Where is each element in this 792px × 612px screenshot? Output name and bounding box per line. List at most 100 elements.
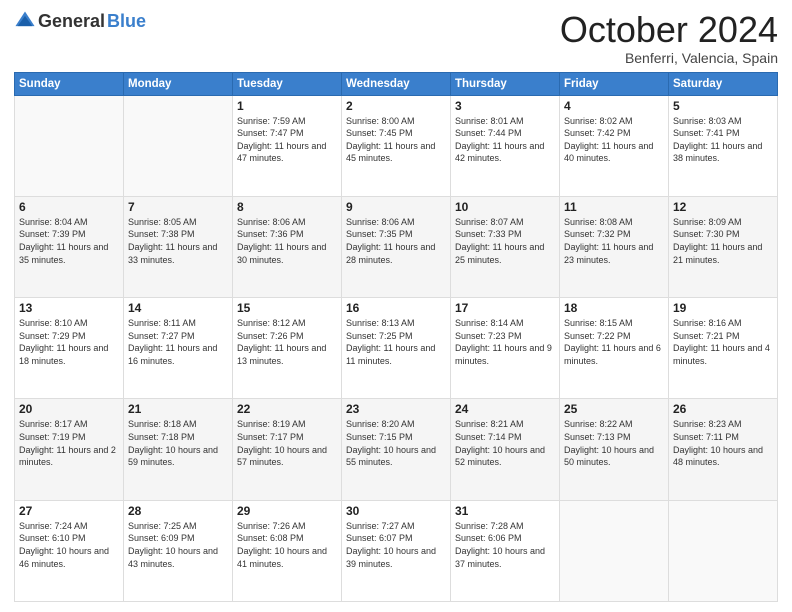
table-row: 5 Sunrise: 8:03 AMSunset: 7:41 PMDaylight… (669, 95, 778, 196)
table-row: 24Sunrise: 8:21 AMSunset: 7:14 PMDayligh… (451, 399, 560, 500)
day-number: 13 (19, 301, 119, 315)
table-row: 1Sunrise: 7:59 AMSunset: 7:47 PMDaylight… (233, 95, 342, 196)
day-info: Sunrise: 8:23 AMSunset: 7:11 PMDaylight:… (673, 418, 773, 468)
day-info: Sunrise: 8:15 AMSunset: 7:22 PMDaylight:… (564, 317, 664, 367)
day-info: Sunrise: 8:14 AMSunset: 7:23 PMDaylight:… (455, 317, 555, 367)
table-row: 4 Sunrise: 8:02 AMSunset: 7:42 PMDaylight… (560, 95, 669, 196)
logo-general: General (38, 11, 105, 32)
table-row: 19Sunrise: 8:16 AMSunset: 7:21 PMDayligh… (669, 298, 778, 399)
day-info: Sunrise: 8:01 AMSunset: 7:44 PMDaylight:… (455, 115, 555, 165)
col-sunday: Sunday (15, 72, 124, 95)
day-info: Sunrise: 8:02 AMSunset: 7:42 PMDaylight:… (564, 115, 664, 165)
day-info: Sunrise: 8:05 AMSunset: 7:38 PMDaylight:… (128, 216, 228, 266)
table-row: 18 Sunrise: 8:15 AMSunset: 7:22 PMDayligh… (560, 298, 669, 399)
col-friday: Friday (560, 72, 669, 95)
day-info: Sunrise: 7:25 AMSunset: 6:09 PMDaylight:… (128, 520, 228, 570)
month-title: October 2024 (560, 10, 778, 50)
col-tuesday: Tuesday (233, 72, 342, 95)
table-row: 26Sunrise: 8:23 AMSunset: 7:11 PMDayligh… (669, 399, 778, 500)
day-number: 20 (19, 402, 119, 416)
day-number: 17 (455, 301, 555, 315)
day-info: Sunrise: 8:13 AMSunset: 7:25 PMDaylight:… (346, 317, 446, 367)
day-number: 25 (564, 402, 664, 416)
day-number: 2 (346, 99, 446, 113)
day-info: Sunrise: 8:19 AMSunset: 7:17 PMDaylight:… (237, 418, 337, 468)
day-number: 10 (455, 200, 555, 214)
table-row: 28 Sunrise: 7:25 AMSunset: 6:09 PMDayligh… (124, 500, 233, 601)
table-row: 22Sunrise: 8:19 AMSunset: 7:17 PMDayligh… (233, 399, 342, 500)
day-number: 11 (564, 200, 664, 214)
day-info: Sunrise: 7:28 AMSunset: 6:06 PMDaylight:… (455, 520, 555, 570)
day-number: 12 (673, 200, 773, 214)
calendar-week-row: 20 Sunrise: 8:17 AMSunset: 7:19 PMDayligh… (15, 399, 778, 500)
table-row (124, 95, 233, 196)
day-number: 4 (564, 99, 664, 113)
table-row: 2 Sunrise: 8:00 AMSunset: 7:45 PMDaylight… (342, 95, 451, 196)
table-row: 23 Sunrise: 8:20 AMSunset: 7:15 PMDayligh… (342, 399, 451, 500)
table-row (15, 95, 124, 196)
day-number: 3 (455, 99, 555, 113)
day-number: 23 (346, 402, 446, 416)
day-info: Sunrise: 7:27 AMSunset: 6:07 PMDaylight:… (346, 520, 446, 570)
day-number: 27 (19, 504, 119, 518)
table-row: 13 Sunrise: 8:10 AMSunset: 7:29 PMDayligh… (15, 298, 124, 399)
col-wednesday: Wednesday (342, 72, 451, 95)
day-info: Sunrise: 8:17 AMSunset: 7:19 PMDaylight:… (19, 418, 119, 468)
day-info: Sunrise: 8:11 AMSunset: 7:27 PMDaylight:… (128, 317, 228, 367)
day-info: Sunrise: 8:16 AMSunset: 7:21 PMDaylight:… (673, 317, 773, 367)
col-saturday: Saturday (669, 72, 778, 95)
table-row: 9 Sunrise: 8:06 AMSunset: 7:35 PMDaylight… (342, 196, 451, 297)
day-info: Sunrise: 8:07 AMSunset: 7:33 PMDaylight:… (455, 216, 555, 266)
table-row: 30Sunrise: 7:27 AMSunset: 6:07 PMDayligh… (342, 500, 451, 601)
table-row (669, 500, 778, 601)
day-number: 28 (128, 504, 228, 518)
table-row: 6 Sunrise: 8:04 AMSunset: 7:39 PMDaylight… (15, 196, 124, 297)
day-info: Sunrise: 8:22 AMSunset: 7:13 PMDaylight:… (564, 418, 664, 468)
calendar: Sunday Monday Tuesday Wednesday Thursday… (14, 72, 778, 602)
logo: GeneralBlue (14, 10, 146, 32)
calendar-week-row: 27 Sunrise: 7:24 AMSunset: 6:10 PMDayligh… (15, 500, 778, 601)
header: GeneralBlue October 2024 Benferri, Valen… (14, 10, 778, 66)
day-info: Sunrise: 8:09 AMSunset: 7:30 PMDaylight:… (673, 216, 773, 266)
table-row: 3 Sunrise: 8:01 AMSunset: 7:44 PMDaylight… (451, 95, 560, 196)
table-row: 20 Sunrise: 8:17 AMSunset: 7:19 PMDayligh… (15, 399, 124, 500)
day-number: 15 (237, 301, 337, 315)
day-number: 16 (346, 301, 446, 315)
day-number: 6 (19, 200, 119, 214)
table-row: 21 Sunrise: 8:18 AMSunset: 7:18 PMDayligh… (124, 399, 233, 500)
table-row (560, 500, 669, 601)
day-info: Sunrise: 8:10 AMSunset: 7:29 PMDaylight:… (19, 317, 119, 367)
day-info: Sunrise: 8:20 AMSunset: 7:15 PMDaylight:… (346, 418, 446, 468)
day-number: 1 (237, 99, 337, 113)
day-number: 5 (673, 99, 773, 113)
table-row: 14Sunrise: 8:11 AMSunset: 7:27 PMDayligh… (124, 298, 233, 399)
day-number: 18 (564, 301, 664, 315)
day-number: 21 (128, 402, 228, 416)
day-info: Sunrise: 8:21 AMSunset: 7:14 PMDaylight:… (455, 418, 555, 468)
table-row: 8Sunrise: 8:06 AMSunset: 7:36 PMDaylight… (233, 196, 342, 297)
day-info: Sunrise: 8:12 AMSunset: 7:26 PMDaylight:… (237, 317, 337, 367)
table-row: 16 Sunrise: 8:13 AMSunset: 7:25 PMDayligh… (342, 298, 451, 399)
col-thursday: Thursday (451, 72, 560, 95)
weekday-header-row: Sunday Monday Tuesday Wednesday Thursday… (15, 72, 778, 95)
table-row: 29Sunrise: 7:26 AMSunset: 6:08 PMDayligh… (233, 500, 342, 601)
day-info: Sunrise: 8:03 AMSunset: 7:41 PMDaylight:… (673, 115, 773, 165)
calendar-week-row: 1Sunrise: 7:59 AMSunset: 7:47 PMDaylight… (15, 95, 778, 196)
table-row: 27 Sunrise: 7:24 AMSunset: 6:10 PMDayligh… (15, 500, 124, 601)
col-monday: Monday (124, 72, 233, 95)
logo-icon (14, 10, 36, 32)
day-info: Sunrise: 8:04 AMSunset: 7:39 PMDaylight:… (19, 216, 119, 266)
table-row: 10 Sunrise: 8:07 AMSunset: 7:33 PMDayligh… (451, 196, 560, 297)
day-info: Sunrise: 8:18 AMSunset: 7:18 PMDaylight:… (128, 418, 228, 468)
day-number: 9 (346, 200, 446, 214)
table-row: 11Sunrise: 8:08 AMSunset: 7:32 PMDayligh… (560, 196, 669, 297)
table-row: 15 Sunrise: 8:12 AMSunset: 7:26 PMDayligh… (233, 298, 342, 399)
table-row: 17 Sunrise: 8:14 AMSunset: 7:23 PMDayligh… (451, 298, 560, 399)
day-info: Sunrise: 8:00 AMSunset: 7:45 PMDaylight:… (346, 115, 446, 165)
table-row: 25 Sunrise: 8:22 AMSunset: 7:13 PMDayligh… (560, 399, 669, 500)
table-row: 31Sunrise: 7:28 AMSunset: 6:06 PMDayligh… (451, 500, 560, 601)
title-area: October 2024 Benferri, Valencia, Spain (560, 10, 778, 66)
day-info: Sunrise: 7:24 AMSunset: 6:10 PMDaylight:… (19, 520, 119, 570)
day-info: Sunrise: 8:06 AMSunset: 7:35 PMDaylight:… (346, 216, 446, 266)
calendar-week-row: 13 Sunrise: 8:10 AMSunset: 7:29 PMDayligh… (15, 298, 778, 399)
